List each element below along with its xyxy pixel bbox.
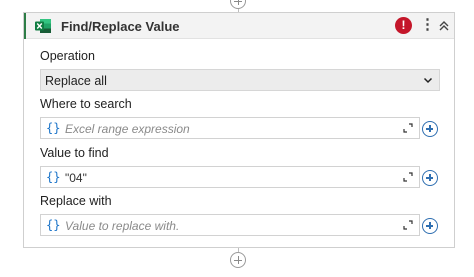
value-to-find-add-button[interactable] [422, 170, 438, 186]
replace-with-label: Replace with [40, 194, 112, 208]
where-to-search-label: Where to search [40, 97, 132, 111]
error-icon[interactable]: ! [395, 17, 412, 34]
operation-label: Operation [40, 49, 95, 63]
add-activity-above-button[interactable] [230, 0, 246, 9]
chevron-down-icon [423, 77, 433, 84]
expand-editor-icon[interactable] [403, 220, 413, 230]
expand-editor-icon[interactable] [403, 123, 413, 133]
activity-card: Find/Replace Value ! ⋮ Operation Replace… [23, 12, 455, 248]
add-activity-below-button[interactable] [230, 252, 246, 268]
value-to-find-input[interactable]: {} "04" [40, 166, 420, 188]
activity-accent-bar [24, 13, 26, 39]
where-to-search-add-button[interactable] [422, 121, 438, 137]
activity-title: Find/Replace Value [61, 19, 180, 34]
operation-select[interactable]: Replace all [40, 69, 440, 91]
collapse-icon[interactable] [438, 18, 450, 34]
replace-with-add-button[interactable] [422, 218, 438, 234]
excel-icon [35, 19, 51, 33]
expression-braces-icon: {} [46, 121, 61, 135]
operation-selected-value: Replace all [45, 74, 107, 88]
value-to-find-label: Value to find [40, 146, 109, 160]
expand-editor-icon[interactable] [403, 172, 413, 182]
expression-braces-icon: {} [46, 218, 61, 232]
value-to-find-value: "04" [65, 171, 87, 185]
replace-with-placeholder: Value to replace with. [65, 219, 180, 233]
where-to-search-placeholder: Excel range expression [65, 122, 190, 136]
expression-braces-icon: {} [46, 170, 61, 184]
replace-with-input[interactable]: {} Value to replace with. [40, 214, 420, 236]
where-to-search-input[interactable]: {} Excel range expression [40, 117, 420, 139]
more-options-icon[interactable]: ⋮ [420, 17, 435, 35]
activity-header[interactable]: Find/Replace Value ! ⋮ [24, 13, 454, 39]
